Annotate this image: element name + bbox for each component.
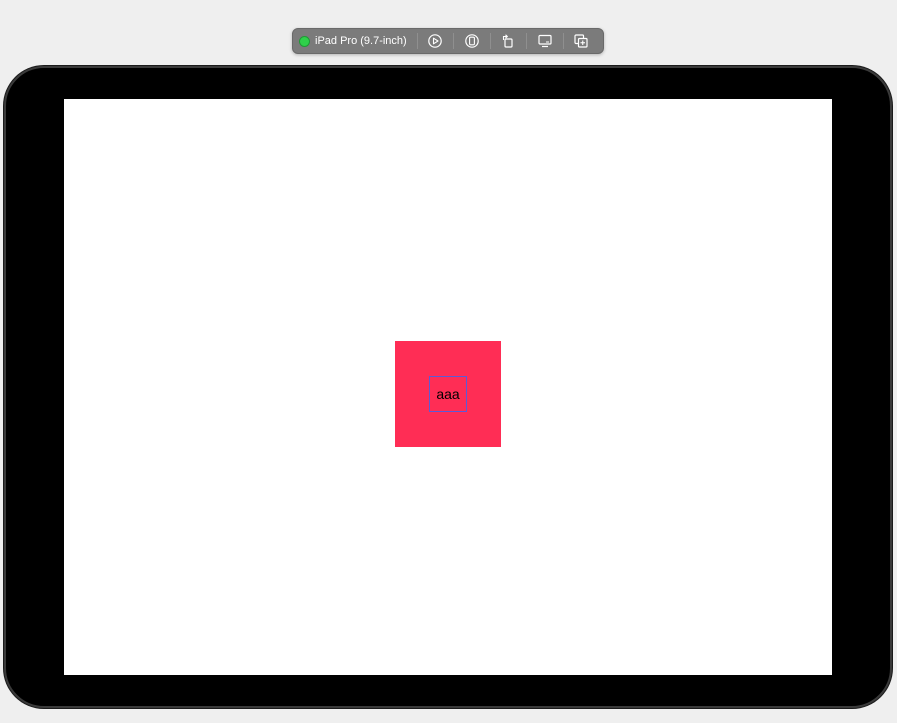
preview-toolbar: iPad Pro (9.7-inch) (292, 28, 604, 54)
device-screen: aaa (64, 99, 832, 675)
rotate-device-icon (503, 34, 513, 48)
live-preview-icon (428, 34, 443, 48)
duplicate-preview-icon (574, 34, 588, 48)
preview-icon (465, 34, 479, 48)
live-preview-button[interactable] (420, 30, 451, 52)
status-indicator (299, 35, 310, 47)
toolbar-divider (416, 33, 418, 49)
preview-canvas: iPad Pro (9.7-inch) aaa (0, 0, 897, 723)
device-settings-button[interactable] (529, 30, 560, 52)
duplicate-preview-button[interactable] (566, 30, 597, 52)
device-name-label: iPad Pro (9.7-inch) (315, 35, 407, 47)
text-label-value: aaa (436, 386, 460, 402)
toolbar-divider (453, 33, 455, 49)
toolbar-divider (562, 33, 564, 49)
rotate-device-button[interactable] (493, 30, 524, 52)
text-label: aaa (429, 376, 467, 412)
preview-button[interactable] (456, 30, 487, 52)
device-settings-icon (538, 34, 552, 48)
toolbar-divider (489, 33, 491, 49)
toolbar-divider (526, 33, 528, 49)
red-square-view: aaa (395, 341, 501, 447)
device-picker[interactable]: iPad Pro (9.7-inch) (299, 29, 415, 53)
